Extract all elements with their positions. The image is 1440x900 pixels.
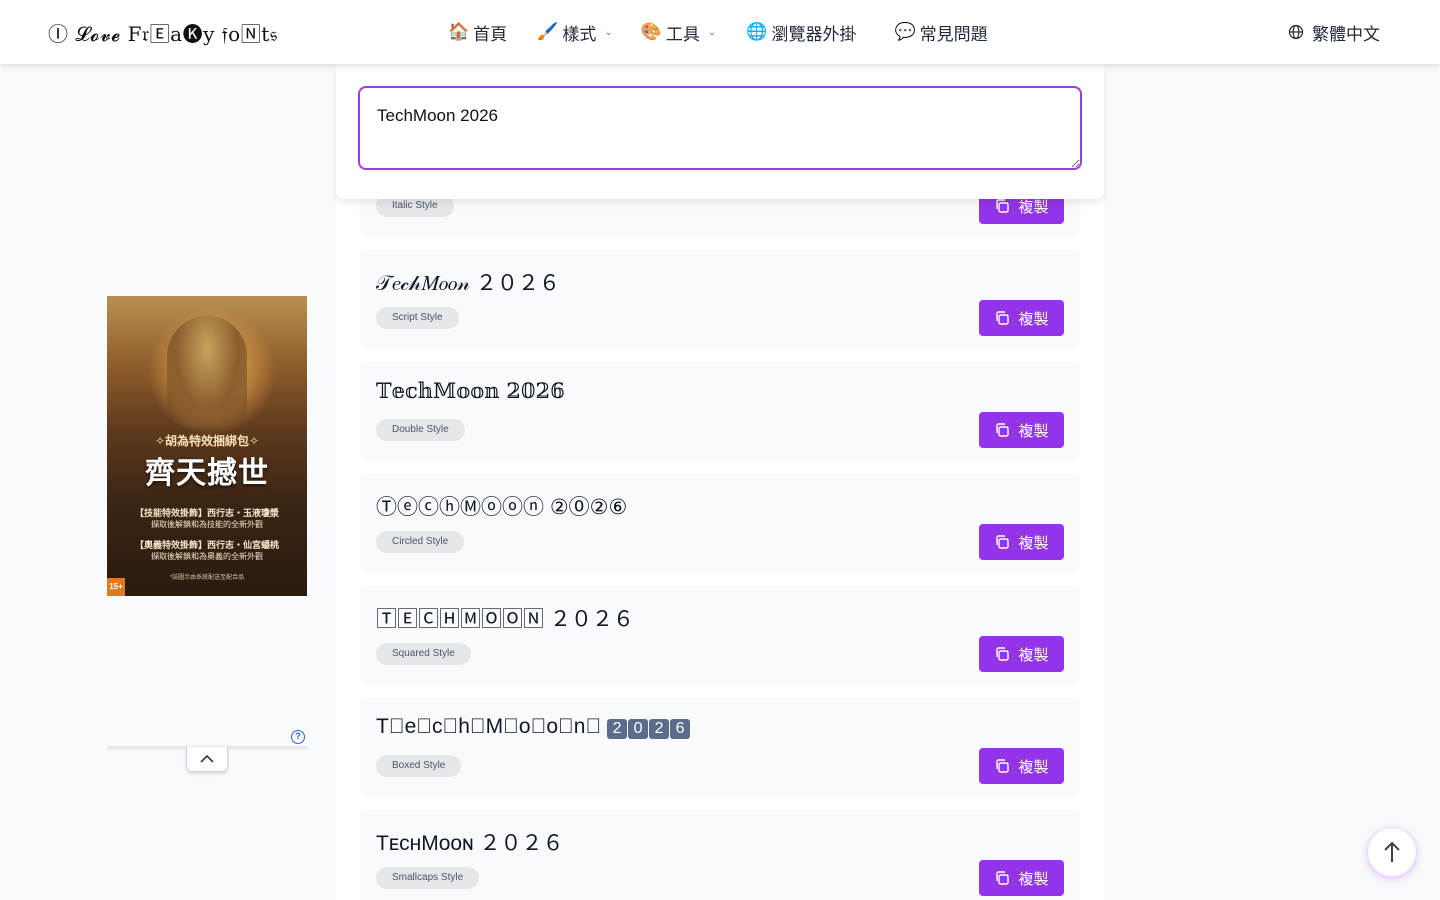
chevron-down-icon: ⌄ [604,26,613,38]
style-preview[interactable]: TᴇᴄʜMᴏᴏɴ ２０２６ [376,827,564,857]
nav-browser-extension[interactable]: 🌐 瀏覽器外掛 [746,0,856,64]
nav-browser-extension-label: 瀏覽器外掛 [771,24,857,44]
copy-button[interactable]: 複製 [979,300,1064,336]
nav-home[interactable]: 🏠 首頁 [448,0,507,64]
ad-line: 擷取後解鎖和為技能的全新外觀 [151,520,263,529]
copy-icon [996,311,1010,325]
nav-faq-label: 常見問題 [919,24,988,44]
language-label: 繁體中文 [1312,24,1380,44]
boxed-digit: 0 [628,719,649,739]
input-panel [336,64,1104,199]
ad-footer: *該圖示由系統配送至配合品 [169,575,245,581]
scroll-to-top-button[interactable] [1367,827,1417,877]
boxed-digits: 2026 [607,715,691,739]
arrow-up-icon [1384,841,1400,862]
main-nav: 🏠 首頁 🖌️ 樣式 ⌄ 🎨 工具 ⌄ 🌐 瀏覽器外掛 💬 常見問題 [448,0,988,64]
style-preview[interactable]: T⃞e⃞c⃞h⃞M⃞o⃞o⃞n⃞ 2026 [376,715,691,739]
boxed-digit: 2 [607,719,628,739]
copy-button[interactable]: 複製 [979,748,1064,784]
style-preview[interactable]: 🅃🄴🄲🄷🄼🄾🄾🄽 ２０２６ [376,603,634,633]
ad-collapse-button[interactable] [186,747,228,772]
copy-button[interactable]: 複製 [979,412,1064,448]
language-selector[interactable]: 繁體中文 [1288,0,1380,64]
boxed-digit: 6 [670,719,691,739]
nav-faq[interactable]: 💬 常見問題 [894,0,987,64]
nav-tools[interactable]: 🎨 工具 ⌄ [641,0,717,64]
copy-icon [996,423,1010,437]
style-card-squared: 🅃🄴🄲🄷🄼🄾🄾🄽 ２０２６ Squared Style 複製 [360,585,1080,685]
copy-label: 複製 [1018,310,1049,328]
nav-tools-label: 工具 [665,24,700,44]
globe-icon [1288,24,1304,40]
copy-label: 複製 [1018,646,1049,664]
nav-home-label: 首頁 [473,24,508,44]
age-rating-badge: 15+ [107,578,125,596]
chevron-down-icon: ⌄ [707,26,717,38]
copy-button[interactable]: 複製 [979,524,1064,560]
boxed-letters: T⃞e⃞c⃞h⃞M⃞o⃞o⃞n⃞ [376,715,602,738]
style-card-boxed: T⃞e⃞c⃞h⃞M⃞o⃞o⃞n⃞ 2026 Boxed Style 複製 [360,697,1080,797]
ad-subtitle: ✧胡為特效捆綁包✧ [154,434,260,448]
ad-line: 【奧義特效掛飾】西行志・仙宮蟠桃 [134,540,279,550]
ad-banner[interactable]: ✧胡為特效捆綁包✧ 齊天撼世 【技能特效掛飾】西行志・玉液瓊漿 擷取後解鎖和為技… [107,296,307,596]
text-input[interactable] [358,86,1082,170]
style-card-circled: ⓉⓔⓒⓗⓂⓞⓞⓝ ②⓪②⑥ Circled Style 複製 [360,473,1080,573]
ad-title: 齊天撼世 [145,457,269,490]
style-preview[interactable]: 𝕋𝕖𝕔𝕙𝕄𝕠𝕠𝕟 𝟚𝟘𝟚𝟞 [376,379,565,403]
site-logo[interactable]: Ⓘ 𝓛𝓸𝓿𝓮 F𝔯🄴a🅚y 𝔣o🄽t𝔰 [48,18,278,47]
globe-emoji-icon: 🌐 [746,22,768,42]
style-preview[interactable]: 𝒯𝑒𝒸𝒽𝑀𝑜𝑜𝓃 ２０２６ [376,267,560,297]
paintbrush-icon: 🖌️ [537,22,559,42]
ad-line: 擷取後解鎖和為奧義的全新外觀 [151,552,263,561]
ad-character-image [167,316,247,426]
copy-label: 複製 [1018,870,1049,888]
style-tag: Smallcaps Style [376,867,480,889]
style-tag: Circled Style [376,531,465,553]
style-tag: Squared Style [376,643,471,665]
nav-styles[interactable]: 🖌️ 樣式 ⌄ [537,0,613,64]
style-card-double: 𝕋𝕖𝕔𝕙𝕄𝕠𝕠𝕟 𝟚𝟘𝟚𝟞 Double Style 複製 [360,361,1080,461]
nav-styles-label: 樣式 [562,24,597,44]
chevron-up-icon [200,754,214,763]
copy-button[interactable]: 複製 [979,860,1064,896]
style-card-script: 𝒯𝑒𝒸𝒽𝑀𝑜𝑜𝓃 ２０２６ Script Style 複製 [360,249,1080,349]
speech-bubble-icon: 💬 [894,22,916,42]
copy-icon [996,647,1010,661]
style-card-smallcaps: TᴇᴄʜMᴏᴏɴ ２０２６ Smallcaps Style 複製 [360,809,1080,900]
style-tag: Script Style [376,307,459,329]
style-tag: Double Style [376,419,465,441]
copy-icon [996,871,1010,885]
copy-icon [996,759,1010,773]
copy-button[interactable]: 複製 [979,636,1064,672]
top-navbar: Ⓘ 𝓛𝓸𝓿𝓮 F𝔯🄴a🅚y 𝔣o🄽t𝔰 🏠 首頁 🖌️ 樣式 ⌄ 🎨 工具 ⌄ … [0,0,1440,64]
copy-icon [996,199,1010,213]
home-icon: 🏠 [448,22,470,42]
ad-line: 【技能特效掛飾】西行志・玉液瓊漿 [134,508,279,518]
style-preview[interactable]: ⓉⓔⓒⓗⓂⓞⓞⓝ ②⓪②⑥ [376,491,627,521]
style-tag: Boxed Style [376,755,462,777]
copy-label: 複製 [1018,534,1049,552]
copy-icon [996,535,1010,549]
copy-label: 複製 [1018,758,1049,776]
copy-label: 複製 [1018,422,1049,440]
palette-icon: 🎨 [640,22,662,42]
boxed-digit: 2 [649,719,670,739]
help-icon[interactable]: ? [291,730,305,744]
